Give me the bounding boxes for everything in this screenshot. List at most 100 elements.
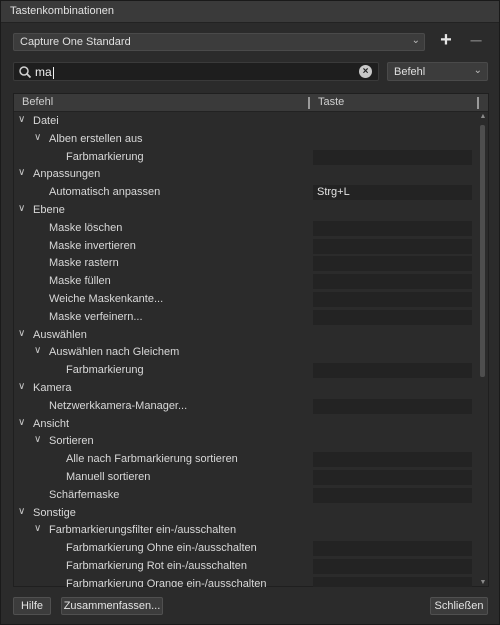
row-label: Sonstige: [33, 506, 76, 519]
row-label: Farbmarkierung: [66, 364, 144, 377]
chevron-down-icon[interactable]: ∨: [34, 524, 44, 534]
tree-row[interactable]: Weiche Maskenkante...: [14, 291, 476, 309]
search-icon: [19, 66, 32, 79]
row-label: Ansicht: [33, 417, 70, 430]
shortcut-key-field[interactable]: [313, 398, 472, 414]
scroll-thumb[interactable]: [480, 125, 485, 377]
chevron-down-icon[interactable]: ∨: [34, 435, 44, 445]
tree-row[interactable]: Automatisch anpassen Strg+L: [14, 184, 476, 202]
tree-row[interactable]: Farbmarkierung Rot ein-/ausschalten: [14, 558, 476, 576]
row-label: Farbmarkierung Orange ein-/ausschalten: [66, 577, 267, 587]
row-label: Farbmarkierung: [66, 150, 144, 163]
tree-row[interactable]: ∨ Ebene: [14, 202, 476, 220]
tree-row[interactable]: Farbmarkierung: [14, 362, 476, 380]
tree-row[interactable]: Maske invertieren: [14, 238, 476, 256]
shortcut-key-field[interactable]: [313, 292, 472, 307]
close-button[interactable]: Schließen: [430, 597, 488, 615]
tree-row[interactable]: ∨ Auswählen nach Gleichem: [14, 344, 476, 362]
tree-row[interactable]: ∨ Alben erstellen aus: [14, 131, 476, 149]
title-bar[interactable]: Tastenkombinationen: [1, 1, 499, 23]
filter-dropdown[interactable]: Befehl ⌄: [387, 62, 488, 81]
tree-row[interactable]: Farbmarkierung Orange ein-/ausschalten: [14, 576, 476, 587]
tree-row[interactable]: Alle nach Farbmarkierung sortieren: [14, 451, 476, 469]
column-divider[interactable]: [308, 97, 310, 109]
search-value: ma: [35, 65, 52, 79]
tree-row[interactable]: Farbmarkierung: [14, 149, 476, 167]
row-label: Auswählen: [33, 328, 87, 341]
row-label: Maske verfeinern...: [49, 310, 143, 323]
tree-row[interactable]: ∨ Sonstige: [14, 505, 476, 523]
chevron-down-icon[interactable]: ∨: [18, 382, 28, 392]
column-divider[interactable]: [477, 97, 479, 109]
help-button[interactable]: Hilfe: [13, 597, 51, 615]
shortcut-key-field[interactable]: [313, 487, 472, 503]
vertical-scrollbar[interactable]: ▲ ▼: [479, 113, 487, 587]
tree-row[interactable]: Maske löschen: [14, 220, 476, 238]
chevron-down-icon[interactable]: ∨: [34, 346, 44, 356]
scroll-up-icon[interactable]: ▲: [479, 113, 487, 121]
shortcut-key-field[interactable]: [313, 220, 472, 236]
row-label: Anpassungen: [33, 168, 101, 181]
chevron-down-icon[interactable]: ∨: [18, 417, 28, 428]
row-label: Alben erstellen aus: [49, 132, 143, 145]
chevron-down-icon[interactable]: ∨: [18, 168, 28, 178]
tree-list: ∨ Datei ∨ Alben erstellen aus Farbmarkierung…: [14, 113, 476, 587]
tree-row[interactable]: Maske füllen: [14, 273, 476, 291]
shortcut-key-field[interactable]: [313, 452, 472, 468]
shortcut-key-field[interactable]: [313, 238, 472, 254]
remove-preset-button[interactable]: –: [467, 30, 485, 51]
tree-row[interactable]: ∨ Auswählen: [14, 327, 476, 345]
table-header: Befehl Taste: [14, 94, 488, 112]
chevron-down-icon[interactable]: ∨: [18, 204, 28, 214]
tree-row[interactable]: ∨ Anpassungen: [14, 166, 476, 184]
tree-row[interactable]: Maske rastern: [14, 255, 476, 273]
tree-row[interactable]: Schärfemaske: [14, 487, 476, 505]
shortcut-key-field[interactable]: [313, 470, 472, 485]
chevron-down-icon[interactable]: ∨: [18, 328, 28, 339]
tree-row[interactable]: Maske verfeinern...: [14, 309, 476, 327]
scroll-down-icon[interactable]: ▼: [479, 579, 487, 587]
shortcut-key-field[interactable]: [313, 576, 472, 587]
chevron-down-icon[interactable]: ∨: [18, 506, 28, 517]
chevron-down-icon: ⌄: [473, 65, 482, 76]
window-title: Tastenkombinationen: [10, 5, 114, 17]
row-label: Farbmarkierung Ohne ein-/ausschalten: [66, 542, 257, 555]
row-label: Farbmarkierung Rot ein-/ausschalten: [66, 560, 247, 572]
clear-search-icon[interactable]: ×: [359, 65, 372, 78]
row-label: Ebene: [33, 204, 65, 216]
row-label: Datei: [33, 115, 59, 127]
add-preset-button[interactable]: +: [437, 30, 455, 51]
column-header-key[interactable]: Taste: [318, 96, 344, 108]
shortcut-key-field[interactable]: [313, 309, 472, 325]
shortcut-key-field[interactable]: [313, 363, 472, 379]
shortcut-key-field[interactable]: [313, 559, 472, 574]
tree-row[interactable]: ∨ Farbmarkierungsfilter ein-/ausschalten: [14, 522, 476, 540]
column-header-command[interactable]: Befehl: [22, 96, 53, 108]
tree-row[interactable]: ∨ Ansicht: [14, 416, 476, 434]
shortcut-key-field[interactable]: [313, 274, 472, 290]
row-label: Weiche Maskenkante...: [49, 293, 164, 305]
row-label: Maske invertieren: [49, 239, 136, 252]
row-label: Maske rastern: [49, 257, 119, 270]
row-label: Maske füllen: [49, 275, 111, 288]
chevron-down-icon[interactable]: ∨: [18, 115, 28, 125]
tree-row[interactable]: ∨ Sortieren: [14, 433, 476, 451]
shortcut-key-field[interactable]: [313, 149, 472, 165]
shortcut-key-field[interactable]: [313, 541, 472, 557]
tree-row[interactable]: ∨ Datei: [14, 113, 476, 131]
row-label: Maske löschen: [49, 221, 123, 234]
chevron-down-icon[interactable]: ∨: [34, 132, 44, 143]
tree-row[interactable]: Farbmarkierung Ohne ein-/ausschalten: [14, 540, 476, 558]
filter-value: Befehl: [394, 66, 426, 78]
shortcuts-table: Befehl Taste ∨ Datei ∨ Alben erstellen aus F…: [13, 93, 489, 587]
summarize-button[interactable]: Zusammenfassen...: [61, 597, 163, 615]
tree-row[interactable]: ∨ Kamera: [14, 380, 476, 398]
shortcuts-dialog: Tastenkombinationen Capture One Standard…: [0, 0, 500, 625]
row-label: Farbmarkierungsfilter ein-/ausschalten: [49, 524, 237, 537]
shortcut-key-field[interactable]: [313, 256, 472, 272]
search-input[interactable]: ma ×: [13, 62, 379, 81]
tree-row[interactable]: Netzwerkkamera-Manager...: [14, 398, 476, 416]
preset-dropdown[interactable]: Capture One Standard ⌄: [13, 33, 425, 51]
shortcut-key-field[interactable]: Strg+L: [313, 185, 472, 201]
tree-row[interactable]: Manuell sortieren: [14, 469, 476, 487]
